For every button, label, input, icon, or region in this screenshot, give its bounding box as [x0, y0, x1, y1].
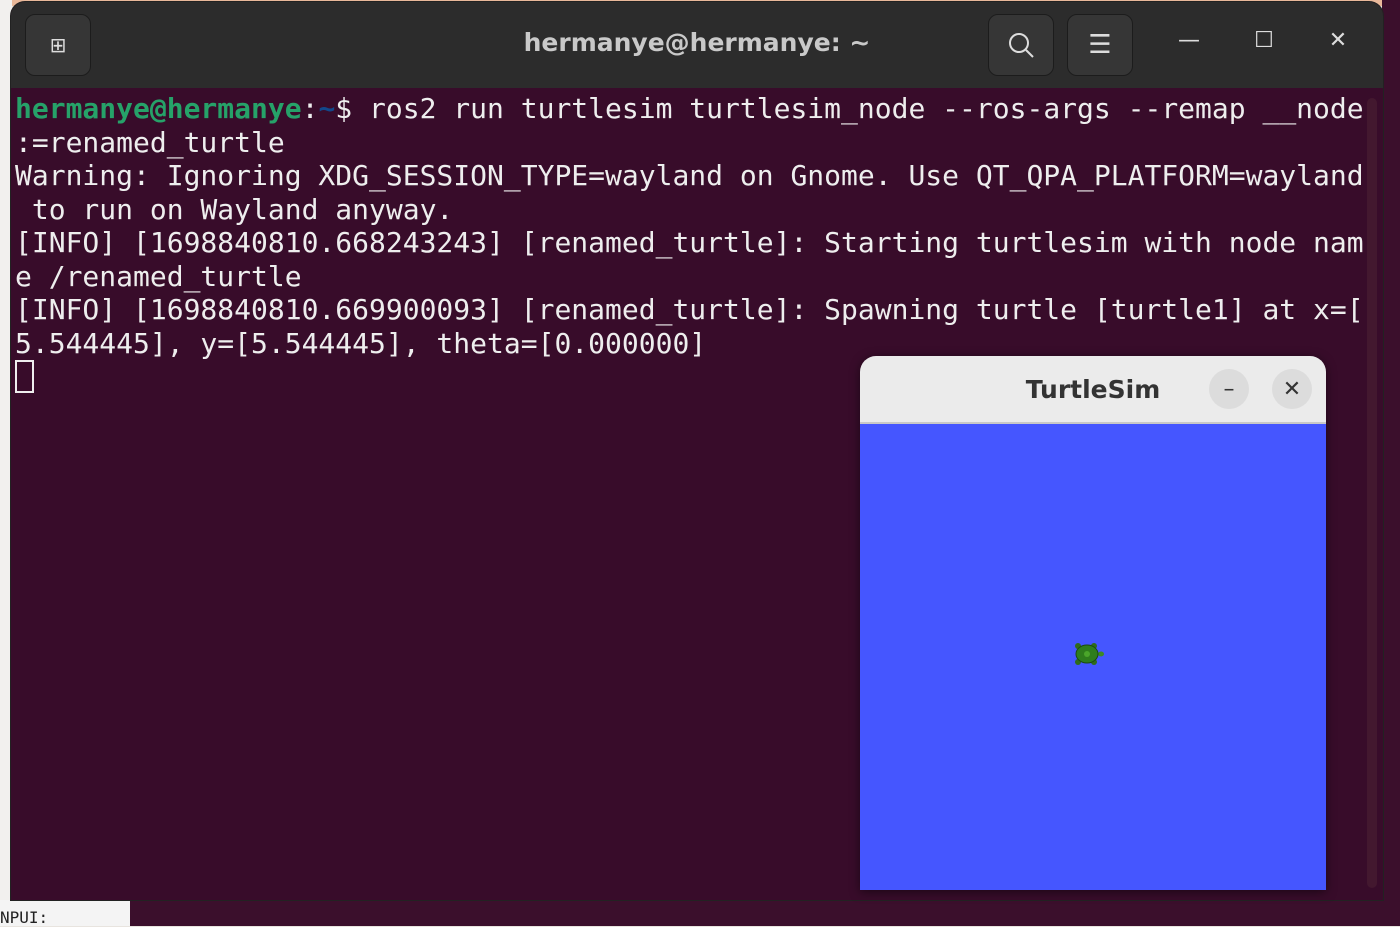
turtlesim-headerbar: TurtleSim – ✕ — [860, 356, 1326, 424]
background-text: NPUI: — [0, 900, 130, 927]
text-cursor — [15, 360, 34, 393]
prompt-symbol: $ — [335, 92, 370, 125]
turtlesim-close-button[interactable]: ✕ — [1272, 369, 1312, 409]
terminal-line: to run on Wayland anyway. — [15, 192, 454, 226]
search-button[interactable] — [988, 14, 1054, 76]
terminal-headerbar: ⊞ hermanye@hermanye: ~ ☰ — ☐ ✕ — [11, 2, 1383, 88]
terminal-line: 5.544445], y=[5.544445], theta=[0.000000… — [15, 326, 707, 360]
background-panel — [130, 900, 1400, 926]
terminal-line: Warning: Ignoring XDG_SESSION_TYPE=wayla… — [15, 159, 1364, 192]
terminal-line: e /renamed_turtle — [15, 259, 302, 293]
terminal-line: [INFO] [1698840810.668243243] [renamed_t… — [15, 226, 1364, 259]
background-window-right — [1382, 0, 1400, 926]
command-text: ros2 run turtlesim turtlesim_node --ros-… — [369, 92, 1364, 125]
scrollbar[interactable] — [1367, 98, 1377, 888]
prompt-sep: : — [301, 92, 319, 125]
turtlesim-minimize-button[interactable]: – — [1209, 369, 1249, 409]
hamburger-icon: ☰ — [1088, 30, 1112, 60]
terminal-output[interactable]: hermanye@hermanye:~$ ros2 run turtlesim … — [11, 88, 1383, 394]
close-button[interactable]: ✕ — [1318, 28, 1358, 53]
turtle-icon — [1075, 643, 1104, 665]
turtlesim-window[interactable]: TurtleSim – ✕ — [860, 356, 1326, 890]
prompt-path: ~ — [318, 92, 336, 125]
turtlesim-canvas — [860, 424, 1326, 890]
terminal-line: hermanye@hermanye:~$ ros2 run turtlesim … — [15, 92, 1383, 126]
menu-button[interactable]: ☰ — [1067, 14, 1133, 76]
search-icon — [1009, 33, 1034, 58]
maximize-button[interactable]: ☐ — [1244, 28, 1284, 53]
prompt-user: hermanye@hermanye — [15, 92, 302, 125]
minimize-button[interactable]: — — [1169, 28, 1209, 53]
terminal-line: :=renamed_turtle — [15, 125, 285, 159]
terminal-line: [INFO] [1698840810.669900093] [renamed_t… — [15, 293, 1364, 326]
turtlesim-title: TurtleSim — [1025, 375, 1161, 404]
